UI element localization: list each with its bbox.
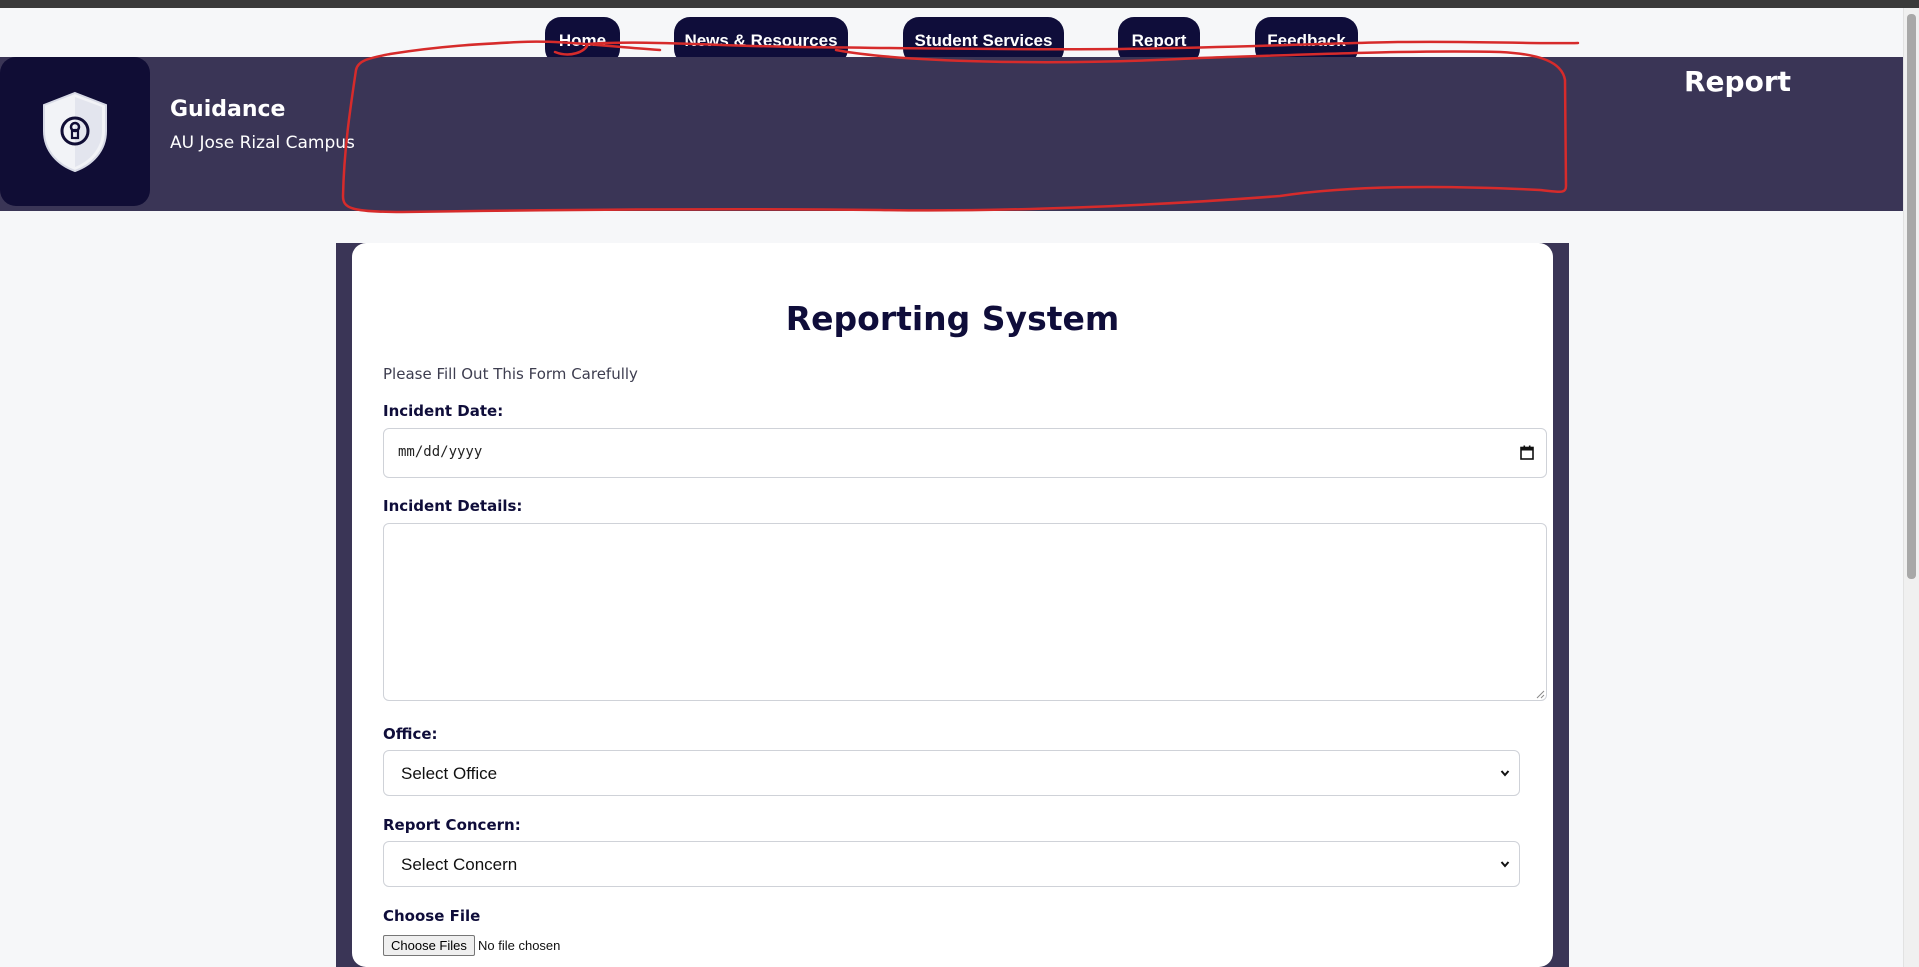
incident-details-label: Incident Details:: [383, 497, 523, 515]
brand-subtitle: AU Jose Rizal Campus: [170, 133, 355, 153]
form-title: Reporting System: [785, 299, 1120, 338]
brand-title: Guidance: [170, 97, 286, 122]
choose-file-label: Choose File: [383, 907, 481, 925]
report-concern-select[interactable]: Select Concern: [383, 841, 1520, 887]
office-select[interactable]: Select Office: [383, 750, 1520, 796]
report-form-card: Reporting System Please Fill Out This Fo…: [352, 243, 1553, 967]
incident-date-label: Incident Date:: [383, 402, 504, 420]
incident-date-input[interactable]: mm/dd/yyyy: [383, 428, 1547, 478]
incident-details-textarea[interactable]: [383, 523, 1547, 701]
office-label: Office:: [383, 725, 438, 743]
top-navigation: Home News & Resources Student Services R…: [0, 8, 1904, 65]
chevron-down-icon: [1500, 861, 1510, 868]
chevron-down-icon: [1500, 770, 1510, 777]
form-instructions: Please Fill Out This Form Carefully: [383, 365, 638, 383]
choose-files-button[interactable]: Choose Files: [383, 935, 475, 956]
concern-selected-value: Select Concern: [401, 855, 518, 874]
file-status-text: No file chosen: [478, 938, 561, 953]
calendar-icon[interactable]: [1520, 445, 1534, 460]
incident-date-placeholder: mm/dd/yyyy: [398, 444, 483, 460]
office-selected-value: Select Office: [401, 764, 498, 783]
scrollbar-thumb[interactable]: [1907, 14, 1916, 579]
site-header: Guidance AU Jose Rizal Campus Report: [0, 57, 1904, 211]
resize-handle-icon[interactable]: [1535, 689, 1545, 699]
window-top-bar: [0, 0, 1919, 8]
page-scrollbar[interactable]: [1903, 8, 1919, 967]
report-concern-label: Report Concern:: [383, 816, 521, 834]
form-frame: Reporting System Please Fill Out This Fo…: [336, 243, 1569, 967]
page-label: Report: [1684, 65, 1792, 98]
shield-keyhole-icon: [43, 91, 107, 172]
logo[interactable]: [0, 57, 150, 206]
